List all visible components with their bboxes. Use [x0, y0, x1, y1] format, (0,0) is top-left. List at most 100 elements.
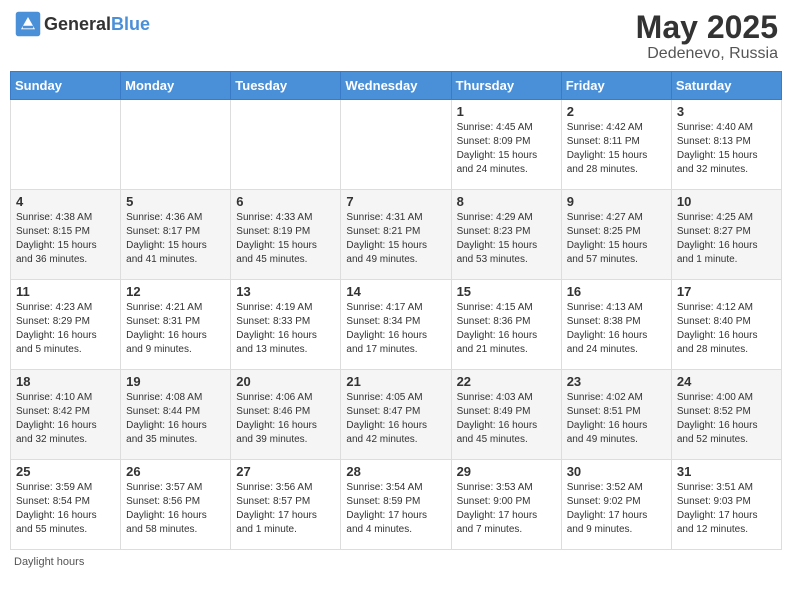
day-number: 10 — [677, 194, 776, 209]
calendar-day-9: 9Sunrise: 4:27 AM Sunset: 8:25 PM Daylig… — [561, 190, 671, 280]
calendar-day-8: 8 Sunrise: 4:29 AM Sunset: 8:23 PM Daylig… — [451, 190, 561, 280]
day-number: 23 — [567, 374, 666, 389]
calendar-day-13: 13 Sunrise: 4:19 AM Sunset: 8:33 PM Dayli… — [231, 280, 341, 370]
day-number: 29 — [457, 464, 556, 479]
subtitle: Dedenevo, Russia — [636, 45, 778, 63]
day-number: 24 — [677, 374, 776, 389]
day-number: 30 — [567, 464, 666, 479]
title-block: May 2025 Dedenevo, Russia — [636, 10, 778, 63]
day-header-wednesday: Wednesday — [341, 72, 451, 100]
day-info: Sunrise: 4:27 AM Sunset: 8:25 PM Dayligh… — [567, 211, 666, 267]
day-number: 7 — [346, 194, 445, 209]
calendar-day-27: 27 Sunrise: 3:56 AM Sunset: 8:57 PM Dayli… — [231, 460, 341, 550]
day-number: 14 — [346, 284, 445, 299]
day-info: Sunrise: 4:36 AM Sunset: 8:17 PM Dayligh… — [126, 211, 225, 267]
calendar-day-17: 17 Sunrise: 4:12 AM Sunset: 8:40 PM Dayli… — [671, 280, 781, 370]
day-info: Sunrise: 4:21 AM Sunset: 8:31 PM Dayligh… — [126, 301, 225, 357]
calendar-day-7: 7 Sunrise: 4:31 AM Sunset: 8:21 PM Daylig… — [341, 190, 451, 280]
day-number: 22 — [457, 374, 556, 389]
day-number: 20 — [236, 374, 335, 389]
calendar-table: SundayMondayTuesdayWednesdayThursdayFrid… — [10, 71, 782, 550]
day-info: Sunrise: 4:38 AM Sunset: 8:15 PM Dayligh… — [16, 211, 115, 267]
calendar-day-18: 18 Sunrise: 4:10 AM Sunset: 8:42 PM Dayli… — [11, 370, 121, 460]
footer-note: Daylight hours — [10, 556, 782, 568]
calendar-day-12: 12Sunrise: 4:21 AM Sunset: 8:31 PM Dayli… — [121, 280, 231, 370]
day-info: Sunrise: 4:02 AM Sunset: 8:51 PM Dayligh… — [567, 391, 666, 447]
day-info: Sunrise: 3:54 AM Sunset: 8:59 PM Dayligh… — [346, 481, 445, 537]
calendar-day-15: 15 Sunrise: 4:15 AM Sunset: 8:36 PM Dayli… — [451, 280, 561, 370]
day-info: Sunrise: 3:56 AM Sunset: 8:57 PM Dayligh… — [236, 481, 335, 537]
day-number: 25 — [16, 464, 115, 479]
day-info: Sunrise: 4:15 AM Sunset: 8:36 PM Dayligh… — [457, 301, 556, 357]
day-info: Sunrise: 4:12 AM Sunset: 8:40 PM Dayligh… — [677, 301, 776, 357]
main-title: May 2025 — [636, 10, 778, 45]
calendar-week-row: 1 Sunrise: 4:45 AM Sunset: 8:09 PM Daylig… — [11, 100, 782, 190]
day-info: Sunrise: 3:52 AM Sunset: 9:02 PM Dayligh… — [567, 481, 666, 537]
day-number: 6 — [236, 194, 335, 209]
day-info: Sunrise: 4:10 AM Sunset: 8:42 PM Dayligh… — [16, 391, 115, 447]
calendar-empty — [341, 100, 451, 190]
calendar-day-6: 6 Sunrise: 4:33 AM Sunset: 8:19 PM Daylig… — [231, 190, 341, 280]
calendar-week-row: 11 Sunrise: 4:23 AM Sunset: 8:29 PM Dayli… — [11, 280, 782, 370]
calendar-day-24: 24 Sunrise: 4:00 AM Sunset: 8:52 PM Dayli… — [671, 370, 781, 460]
day-info: Sunrise: 4:19 AM Sunset: 8:33 PM Dayligh… — [236, 301, 335, 357]
calendar-day-2: 2Sunrise: 4:42 AM Sunset: 8:11 PM Daylig… — [561, 100, 671, 190]
day-info: Sunrise: 3:57 AM Sunset: 8:56 PM Dayligh… — [126, 481, 225, 537]
calendar-day-22: 22 Sunrise: 4:03 AM Sunset: 8:49 PM Dayli… — [451, 370, 561, 460]
calendar-day-23: 23 Sunrise: 4:02 AM Sunset: 8:51 PM Dayli… — [561, 370, 671, 460]
calendar-day-29: 29Sunrise: 3:53 AM Sunset: 9:00 PM Dayli… — [451, 460, 561, 550]
calendar-day-25: 25 Sunrise: 3:59 AM Sunset: 8:54 PM Dayli… — [11, 460, 121, 550]
calendar-day-26: 26Sunrise: 3:57 AM Sunset: 8:56 PM Dayli… — [121, 460, 231, 550]
day-info: Sunrise: 3:51 AM Sunset: 9:03 PM Dayligh… — [677, 481, 776, 537]
day-number: 18 — [16, 374, 115, 389]
day-header-sunday: Sunday — [11, 72, 121, 100]
day-header-saturday: Saturday — [671, 72, 781, 100]
day-info: Sunrise: 4:17 AM Sunset: 8:34 PM Dayligh… — [346, 301, 445, 357]
day-info: Sunrise: 4:08 AM Sunset: 8:44 PM Dayligh… — [126, 391, 225, 447]
day-info: Sunrise: 4:05 AM Sunset: 8:47 PM Dayligh… — [346, 391, 445, 447]
calendar-day-31: 31Sunrise: 3:51 AM Sunset: 9:03 PM Dayli… — [671, 460, 781, 550]
day-info: Sunrise: 4:00 AM Sunset: 8:52 PM Dayligh… — [677, 391, 776, 447]
day-info: Sunrise: 3:59 AM Sunset: 8:54 PM Dayligh… — [16, 481, 115, 537]
calendar-empty — [231, 100, 341, 190]
logo-icon — [14, 10, 42, 38]
day-info: Sunrise: 4:29 AM Sunset: 8:23 PM Dayligh… — [457, 211, 556, 267]
day-number: 3 — [677, 104, 776, 119]
day-info: Sunrise: 4:42 AM Sunset: 8:11 PM Dayligh… — [567, 121, 666, 177]
calendar-day-20: 20 Sunrise: 4:06 AM Sunset: 8:46 PM Dayli… — [231, 370, 341, 460]
day-number: 1 — [457, 104, 556, 119]
calendar-week-row: 18 Sunrise: 4:10 AM Sunset: 8:42 PM Dayli… — [11, 370, 782, 460]
day-number: 4 — [16, 194, 115, 209]
day-number: 11 — [16, 284, 115, 299]
calendar-day-10: 10 Sunrise: 4:25 AM Sunset: 8:27 PM Dayli… — [671, 190, 781, 280]
calendar-day-28: 28 Sunrise: 3:54 AM Sunset: 8:59 PM Dayli… — [341, 460, 451, 550]
day-info: Sunrise: 4:33 AM Sunset: 8:19 PM Dayligh… — [236, 211, 335, 267]
day-info: Sunrise: 4:03 AM Sunset: 8:49 PM Dayligh… — [457, 391, 556, 447]
day-info: Sunrise: 4:40 AM Sunset: 8:13 PM Dayligh… — [677, 121, 776, 177]
calendar-day-14: 14 Sunrise: 4:17 AM Sunset: 8:34 PM Dayli… — [341, 280, 451, 370]
day-info: Sunrise: 4:06 AM Sunset: 8:46 PM Dayligh… — [236, 391, 335, 447]
day-number: 13 — [236, 284, 335, 299]
calendar-day-19: 19Sunrise: 4:08 AM Sunset: 8:44 PM Dayli… — [121, 370, 231, 460]
day-info: Sunrise: 4:23 AM Sunset: 8:29 PM Dayligh… — [16, 301, 115, 357]
calendar-week-row: 25 Sunrise: 3:59 AM Sunset: 8:54 PM Dayli… — [11, 460, 782, 550]
day-number: 27 — [236, 464, 335, 479]
logo-blue: Blue — [111, 14, 150, 34]
day-info: Sunrise: 4:13 AM Sunset: 8:38 PM Dayligh… — [567, 301, 666, 357]
logo-general: General — [44, 14, 111, 34]
calendar-header-row: SundayMondayTuesdayWednesdayThursdayFrid… — [11, 72, 782, 100]
day-header-monday: Monday — [121, 72, 231, 100]
day-header-tuesday: Tuesday — [231, 72, 341, 100]
day-number: 17 — [677, 284, 776, 299]
day-number: 28 — [346, 464, 445, 479]
day-info: Sunrise: 4:45 AM Sunset: 8:09 PM Dayligh… — [457, 121, 556, 177]
day-info: Sunrise: 4:25 AM Sunset: 8:27 PM Dayligh… — [677, 211, 776, 267]
day-number: 8 — [457, 194, 556, 209]
day-number: 15 — [457, 284, 556, 299]
calendar-week-row: 4 Sunrise: 4:38 AM Sunset: 8:15 PM Daylig… — [11, 190, 782, 280]
calendar-day-30: 30 Sunrise: 3:52 AM Sunset: 9:02 PM Dayli… — [561, 460, 671, 550]
calendar-day-3: 3 Sunrise: 4:40 AM Sunset: 8:13 PM Daylig… — [671, 100, 781, 190]
day-number: 5 — [126, 194, 225, 209]
day-info: Sunrise: 4:31 AM Sunset: 8:21 PM Dayligh… — [346, 211, 445, 267]
calendar-day-21: 21Sunrise: 4:05 AM Sunset: 8:47 PM Dayli… — [341, 370, 451, 460]
